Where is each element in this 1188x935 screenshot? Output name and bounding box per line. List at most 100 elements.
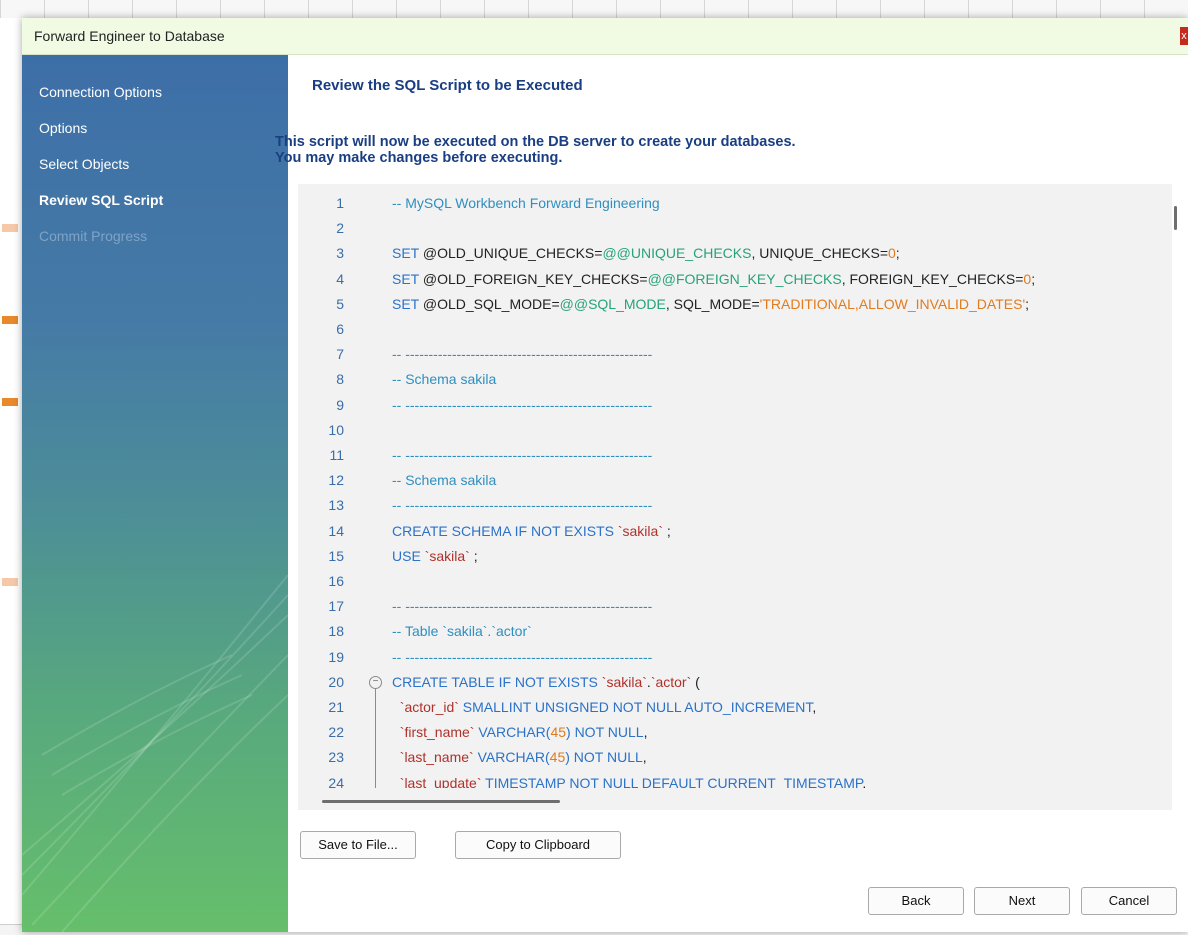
line-number: 24 — [328, 774, 344, 788]
back-button[interactable]: Back — [868, 887, 964, 915]
code-token: -- -------------------------------------… — [392, 396, 653, 413]
code-line[interactable]: 6 — [298, 317, 1160, 342]
background-mark — [2, 316, 18, 324]
code-token: = — [639, 270, 648, 287]
code-line[interactable]: 15 USE `sakila` ; — [298, 544, 1160, 569]
sql-script-editor[interactable]: 1 -- MySQL Workbench Forward Engineering 2… — [298, 184, 1177, 810]
code-text: CREATE SCHEMA IF NOT EXISTS `sakila` ; — [392, 519, 671, 544]
code-text: `actor_id` SMALLINT UNSIGNED NOT NULL AU… — [392, 695, 816, 720]
fold-toggle-icon[interactable]: − — [369, 675, 382, 689]
code-token: @@FOREIGN_KEY_CHECKS — [647, 270, 842, 287]
line-number: 15 — [328, 547, 344, 564]
code-text: -- -------------------------------------… — [392, 443, 652, 468]
code-token: SET — [392, 295, 423, 312]
code-token: ( — [691, 673, 700, 690]
code-token: @OLD_UNIQUE_CHECKS — [422, 245, 595, 262]
code-line[interactable]: 5 SET @OLD_SQL_MODE=@@SQL_MODE, SQL_MODE=… — [298, 292, 1160, 317]
code-token: @@SQL_MODE — [559, 295, 666, 312]
code-text: -- Table `sakila`.`actor` — [392, 619, 532, 644]
line-number: 13 — [328, 497, 344, 514]
wizard-steps-sidebar: Connection Options Options Select Object… — [22, 55, 288, 932]
code-line[interactable]: 22 `first_name` VARCHAR(45) NOT NULL, — [298, 720, 1160, 745]
step-options[interactable]: Options — [39, 120, 87, 136]
line-number: 12 — [328, 472, 344, 489]
code-token: = — [751, 295, 760, 312]
code-line[interactable]: 10 — [298, 418, 1160, 443]
code-token: = — [879, 245, 888, 262]
code-token: VARCHAR( — [474, 724, 551, 741]
line-number: 4 — [336, 270, 344, 287]
code-line[interactable]: 9 -- ------------------------------------… — [298, 393, 1160, 418]
step-select-objects[interactable]: Select Objects — [39, 156, 129, 172]
line-number: 16 — [328, 573, 344, 589]
code-line[interactable]: 4 SET @OLD_FOREIGN_KEY_CHECKS=@@FOREIGN_K… — [298, 267, 1160, 292]
vertical-scrollbar[interactable] — [1174, 206, 1177, 230]
cancel-button[interactable]: Cancel — [1081, 887, 1177, 915]
copy-to-clipboard-button[interactable]: Copy to Clipboard — [455, 831, 621, 859]
code-text: SET @OLD_UNIQUE_CHECKS = @@UNIQUE_CHECKS, … — [392, 241, 900, 266]
line-number: 22 — [328, 724, 344, 741]
code-text: `first_name` VARCHAR(45) NOT NULL, — [392, 720, 648, 745]
line-number: 5 — [336, 295, 344, 312]
code-line[interactable]: 16 — [298, 569, 1160, 594]
code-line[interactable]: 19 -- -----------------------------------… — [298, 645, 1160, 670]
code-token: 'TRADITIONAL,ALLOW_INVALID_DATES' — [759, 295, 1026, 312]
code-token: 45 — [549, 749, 566, 766]
code-line[interactable]: 23 `last_name` VARCHAR(45) NOT NULL, — [298, 745, 1160, 770]
code-token: SET — [392, 270, 423, 287]
line-number: 18 — [328, 623, 344, 640]
forward-engineer-dialog: Forward Engineer to Database x Connectio… — [22, 18, 1188, 932]
code-line[interactable]: 8 -- Schema sakila — [298, 367, 1160, 392]
code-area[interactable]: 1 -- MySQL Workbench Forward Engineering 2… — [298, 184, 1160, 788]
line-number: 7 — [336, 346, 344, 363]
code-token: , — [812, 699, 817, 715]
code-token: -- -------------------------------------… — [392, 598, 653, 615]
line-number: 3 — [336, 245, 344, 262]
page-title: Review the SQL Script to be Executed — [312, 77, 583, 94]
code-token: , — [643, 724, 648, 741]
code-line[interactable]: 18 -- Table `sakila`.`actor` — [298, 619, 1160, 644]
step-review-sql-script[interactable]: Review SQL Script — [39, 192, 163, 208]
description-line: You may make changes before executing. — [275, 150, 563, 166]
code-token: @OLD_FOREIGN_KEY_CHECKS — [422, 270, 640, 287]
code-token: `actor` — [650, 673, 692, 690]
code-line[interactable]: 11 -- -----------------------------------… — [298, 443, 1160, 468]
save-to-file-button[interactable]: Save to File... — [300, 831, 416, 859]
background-diagram-strip — [0, 18, 23, 934]
step-commit-progress: Commit Progress — [39, 228, 148, 244]
line-number: 19 — [328, 648, 344, 665]
step-connection-options[interactable]: Connection Options — [39, 84, 162, 100]
next-button[interactable]: Next — [974, 887, 1070, 915]
code-line[interactable]: 1 -- MySQL Workbench Forward Engineering — [298, 191, 1160, 216]
code-token: -- -------------------------------------… — [392, 648, 653, 665]
code-token: , — [862, 774, 867, 788]
code-line[interactable]: 21 `actor_id` SMALLINT UNSIGNED NOT NULL… — [298, 695, 1160, 720]
code-line[interactable]: 17 -- -----------------------------------… — [298, 594, 1160, 619]
code-token: USE — [392, 547, 425, 564]
code-line[interactable]: 14 CREATE SCHEMA IF NOT EXISTS `sakila` ; — [298, 519, 1160, 544]
code-line[interactable]: 2 — [298, 216, 1160, 241]
code-token: -- Table `sakila`.`actor` — [392, 623, 532, 640]
code-line[interactable]: 20 − CREATE TABLE IF NOT EXISTS `sakila`.`… — [298, 670, 1160, 695]
horizontal-scrollbar[interactable] — [322, 800, 560, 803]
code-text: `last_update` TIMESTAMP NOT NULL DEFAULT… — [392, 771, 867, 788]
code-token: `sakila` — [424, 547, 470, 564]
background-mark — [2, 578, 18, 586]
line-number: 17 — [328, 598, 344, 615]
code-line[interactable]: 13 -- -----------------------------------… — [298, 493, 1160, 518]
close-button[interactable]: x — [1180, 27, 1188, 45]
code-line[interactable]: 12 -- Schema sakila — [298, 468, 1160, 493]
code-token: VARCHAR( — [473, 749, 550, 766]
code-token: SMALLINT UNSIGNED NOT NULL AUTO_INCREMEN… — [458, 699, 813, 715]
code-line[interactable]: 3 SET @OLD_UNIQUE_CHECKS = @@UNIQUE_CHECKS,… — [298, 241, 1160, 266]
code-line[interactable]: 24 `last_update` TIMESTAMP NOT NULL DEFA… — [298, 771, 1160, 788]
code-token: @OLD_SQL_MODE — [422, 295, 552, 312]
code-line[interactable]: 7 -- ------------------------------------… — [298, 342, 1160, 367]
line-number: 21 — [328, 699, 344, 715]
code-token: , — [642, 749, 647, 766]
code-token: ) NOT NULL — [566, 724, 644, 741]
page-description: This script will now be executed on the … — [275, 134, 796, 166]
